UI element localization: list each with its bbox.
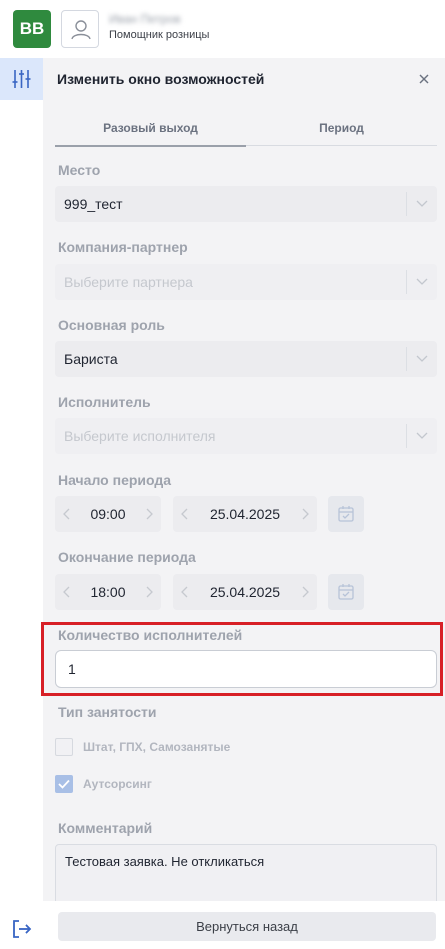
user-avatar[interactable] bbox=[61, 10, 99, 48]
logout-button-footer[interactable] bbox=[11, 918, 33, 945]
sliders-icon bbox=[12, 70, 31, 88]
chevron-right-icon[interactable] bbox=[301, 586, 309, 598]
checkbox-outsourcing-label: Аутсорсинг bbox=[83, 777, 152, 791]
select-divider bbox=[406, 347, 407, 371]
chevron-right-icon[interactable] bbox=[301, 508, 309, 520]
user-name: Иван Петров bbox=[109, 12, 181, 26]
logout-icon bbox=[13, 920, 32, 938]
role-select[interactable]: Бариста bbox=[55, 341, 437, 377]
panel-title: Изменить окно возможностей bbox=[57, 71, 265, 87]
chevron-right-icon[interactable] bbox=[145, 586, 153, 598]
close-icon bbox=[419, 74, 429, 84]
mode-tabs: Разовый выход Период bbox=[55, 110, 437, 147]
chevron-right-icon[interactable] bbox=[145, 508, 153, 520]
calendar-icon bbox=[338, 506, 354, 522]
end-calendar-button[interactable] bbox=[328, 574, 364, 610]
partner-placeholder: Выберите партнера bbox=[64, 274, 193, 290]
start-label: Начало периода bbox=[58, 472, 172, 488]
app-logo[interactable]: BB bbox=[13, 10, 51, 48]
top-bar: BB Иван Петров Помощник розницы bbox=[0, 0, 445, 58]
start-date-value: 25.04.2025 bbox=[209, 506, 281, 522]
back-button[interactable]: Вернуться назад bbox=[58, 912, 436, 941]
place-value: 999_тест bbox=[64, 196, 123, 212]
chevron-down-icon bbox=[416, 355, 428, 362]
employment-label: Тип занятости bbox=[58, 704, 157, 720]
filter-nav-button[interactable] bbox=[0, 58, 43, 100]
select-divider bbox=[406, 270, 407, 294]
end-date-stepper[interactable]: 25.04.2025 bbox=[173, 574, 317, 610]
place-select[interactable]: 999_тест bbox=[55, 186, 437, 222]
executor-select[interactable]: Выберите исполнителя bbox=[55, 418, 437, 454]
end-date-value: 25.04.2025 bbox=[209, 584, 281, 600]
comment-label: Комментарий bbox=[58, 820, 153, 836]
close-button[interactable] bbox=[415, 70, 433, 88]
edit-panel: Изменить окно возможностей Разовый выход… bbox=[43, 58, 445, 949]
start-calendar-button[interactable] bbox=[328, 496, 364, 532]
chevron-down-icon bbox=[416, 278, 428, 285]
calendar-icon bbox=[338, 584, 354, 600]
check-icon bbox=[58, 779, 70, 789]
checkbox-staff[interactable] bbox=[55, 738, 73, 756]
count-label: Количество исполнителей bbox=[58, 627, 243, 643]
executor-placeholder: Выберите исполнителя bbox=[64, 428, 216, 444]
user-icon bbox=[71, 20, 91, 40]
executors-count-input[interactable]: 1 bbox=[55, 650, 437, 688]
partner-select[interactable]: Выберите партнера bbox=[55, 264, 437, 300]
role-value: Бариста bbox=[64, 351, 118, 367]
tab-single-shift[interactable]: Разовый выход bbox=[55, 110, 246, 147]
start-time-stepper[interactable]: 09:00 bbox=[55, 496, 161, 532]
chevron-down-icon bbox=[416, 432, 428, 439]
place-label: Место bbox=[58, 162, 101, 178]
user-role: Помощник розницы bbox=[109, 29, 210, 41]
checkbox-outsourcing[interactable] bbox=[55, 775, 73, 793]
executor-label: Исполнитель bbox=[58, 394, 151, 410]
panel-header: Изменить окно возможностей bbox=[43, 58, 445, 100]
select-divider bbox=[406, 192, 407, 216]
chevron-down-icon bbox=[416, 200, 428, 207]
partner-label: Компания-партнер bbox=[58, 239, 188, 255]
select-divider bbox=[406, 424, 407, 448]
left-rail bbox=[0, 58, 43, 949]
end-label: Окончание периода bbox=[58, 549, 196, 565]
role-label: Основная роль bbox=[58, 317, 165, 333]
tab-period[interactable]: Период bbox=[246, 110, 437, 146]
checkbox-staff-label: Штат, ГПХ, Самозанятые bbox=[83, 740, 231, 754]
start-date-stepper[interactable]: 25.04.2025 bbox=[173, 496, 317, 532]
end-time-stepper[interactable]: 18:00 bbox=[55, 574, 161, 610]
